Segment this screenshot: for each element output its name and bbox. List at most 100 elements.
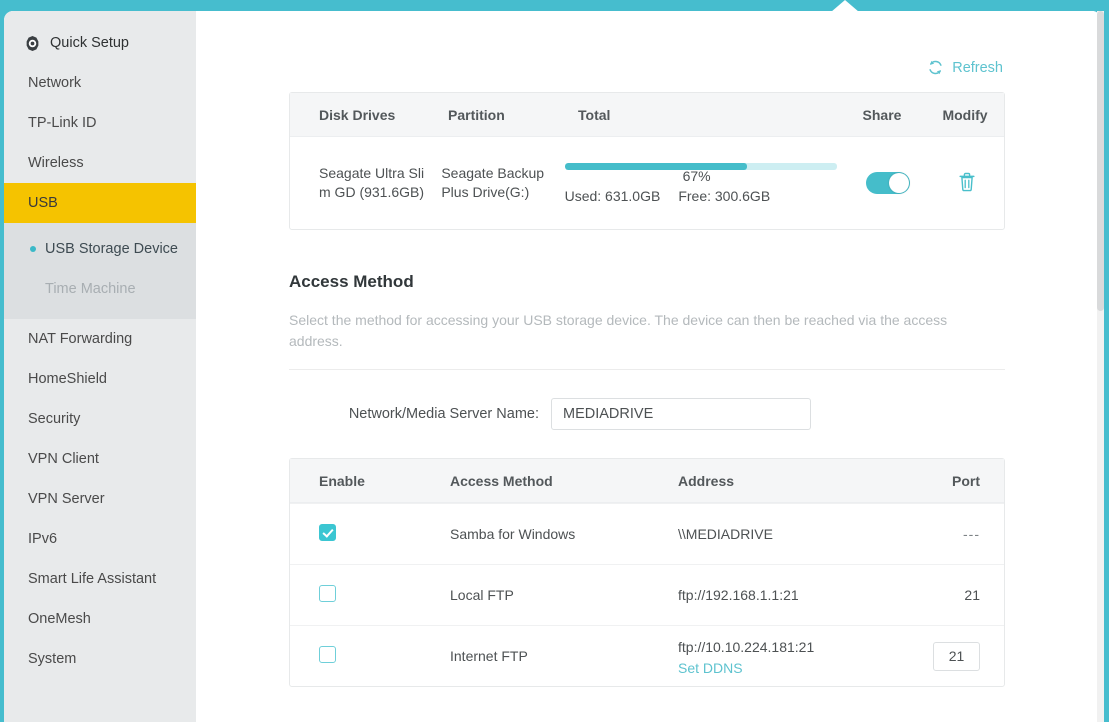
sidebar-subitem-usb-storage-device[interactable]: USB Storage Device [4, 229, 196, 269]
usage-progress-fill [564, 162, 747, 170]
port-value: 21 [964, 587, 980, 603]
set-ddns-link[interactable]: Set DDNS [678, 660, 743, 676]
header-notch-indicator [831, 0, 859, 12]
disk-name-line-2: m GD (931.6GB) [319, 184, 425, 200]
table-row: Samba for Windows \\MEDIADRIVE --- [290, 503, 1004, 564]
sidebar-item-label: Smart Life Assistant [28, 571, 157, 587]
sidebar-item-label: OneMesh [28, 611, 91, 627]
modify-cell [930, 171, 1004, 196]
vertical-scrollbar[interactable] [1097, 11, 1104, 722]
sidebar-item-homeshield[interactable]: HomeShield [4, 359, 196, 399]
access-method-name: Local FTP [450, 587, 514, 603]
top-brand-bar [0, 0, 1109, 11]
access-address: \\MEDIADRIVE [678, 524, 912, 544]
enable-checkbox-internet-ftp[interactable] [319, 646, 336, 663]
sidebar-item-wireless[interactable]: Wireless [4, 143, 196, 183]
enable-checkbox-local-ftp[interactable] [319, 585, 336, 602]
access-address: ftp://192.168.1.1:21 [678, 585, 912, 605]
sidebar-subitem-label: USB Storage Device [45, 241, 178, 257]
sidebar-nav: Quick Setup Network TP-Link ID Wireless … [4, 11, 196, 722]
port-input-internet-ftp[interactable] [933, 641, 980, 671]
sidebar-item-label: IPv6 [28, 531, 58, 547]
sidebar-item-nat-forwarding[interactable]: NAT Forwarding [4, 319, 196, 359]
refresh-icon [929, 60, 942, 75]
sidebar-submenu-usb: USB Storage Device Time Machine [4, 223, 196, 319]
usage-text: 67% Used: 631.0GB Free: 300.6GB [564, 168, 837, 204]
access-method-table: Enable Access Method Address Port Samba … [289, 458, 1005, 687]
sidebar-item-label: NAT Forwarding [28, 331, 133, 347]
enable-cell [290, 585, 450, 605]
sidebar-item-network[interactable]: Network [4, 63, 196, 103]
sidebar-item-smart-life-assistant[interactable]: Smart Life Assistant [4, 559, 196, 599]
sidebar-item-label: Security [28, 411, 81, 427]
main-content: Refresh Disk Drives Partition Total Shar… [196, 11, 1101, 722]
address-text: ftp://192.168.1.1:21 [678, 587, 799, 603]
disk-usage: 67% Used: 631.0GB Free: 300.6GB [564, 162, 847, 204]
disk-drive-name: Seagate Ultra Sli m GD (931.6GB) [290, 164, 441, 202]
refresh-label: Refresh [952, 59, 1003, 76]
disk-drives-table: Disk Drives Partition Total Share Modify… [289, 92, 1005, 230]
enable-cell [290, 524, 450, 544]
server-name-label: Network/Media Server Name: [348, 406, 539, 422]
column-header-enable: Enable [319, 472, 365, 489]
column-header-partition: Partition [448, 106, 505, 123]
sidebar-item-label: USB [28, 195, 58, 211]
disk-table-header: Disk Drives Partition Total Share Modify [290, 93, 1004, 137]
delete-button[interactable] [957, 171, 977, 196]
sidebar-item-onemesh[interactable]: OneMesh [4, 599, 196, 639]
sidebar-item-label: HomeShield [28, 371, 107, 387]
enable-cell [290, 646, 450, 666]
sidebar-item-label: VPN Client [28, 451, 99, 467]
share-cell [847, 172, 930, 194]
partition-name: Seagate Backup Plus Drive(G:) [441, 164, 564, 202]
sidebar-item-system[interactable]: System [4, 639, 196, 679]
sidebar-item-label: System [28, 651, 77, 667]
address-text: \\MEDIADRIVE [678, 526, 773, 542]
address-text: ftp://10.10.224.181:21 [678, 638, 815, 655]
access-method-name: Internet FTP [450, 648, 528, 664]
toolbar: Refresh [289, 59, 1005, 76]
sidebar-item-label: Quick Setup [50, 35, 129, 51]
column-header-port: Port [952, 472, 980, 489]
access-address: ftp://10.10.224.181:21 Set DDNS [678, 637, 912, 676]
sidebar-item-security[interactable]: Security [4, 399, 196, 439]
usage-free-label: Free: 300.6GB [678, 187, 771, 204]
sidebar-item-label: Network [28, 75, 82, 91]
sidebar-subitem-label: Time Machine [45, 281, 136, 297]
usage-percent-label: 67% [682, 167, 711, 184]
column-header-address: Address [678, 472, 735, 489]
sidebar-subitem-time-machine[interactable]: Time Machine [4, 269, 196, 309]
server-name-field-row: Network/Media Server Name: [289, 398, 1005, 430]
sidebar-item-vpn-server[interactable]: VPN Server [4, 479, 196, 519]
sidebar-item-ipv6[interactable]: IPv6 [4, 519, 196, 559]
server-name-input[interactable] [551, 398, 811, 430]
access-method-table-header: Enable Access Method Address Port [290, 459, 1004, 503]
toggle-knob [889, 173, 910, 193]
sidebar-item-vpn-client[interactable]: VPN Client [4, 439, 196, 479]
table-row: Seagate Ultra Sli m GD (931.6GB) Seagate… [290, 137, 1004, 229]
router-admin-page: Quick Setup Network TP-Link ID Wireless … [0, 0, 1109, 722]
disk-name-line-1: Seagate Ultra Sli [319, 165, 425, 181]
sidebar-item-quick-setup[interactable]: Quick Setup [4, 23, 196, 63]
app-shell: Quick Setup Network TP-Link ID Wireless … [4, 11, 1101, 722]
divider [289, 369, 1005, 370]
refresh-button[interactable]: Refresh [927, 59, 1003, 76]
sidebar-item-tp-link-id[interactable]: TP-Link ID [4, 103, 196, 143]
sidebar-item-label: VPN Server [28, 491, 105, 507]
port-value: --- [963, 526, 980, 542]
section-title-access-method: Access Method [289, 272, 414, 291]
column-header-share: Share [862, 106, 902, 123]
gear-icon [26, 35, 39, 51]
sidebar-item-label: Wireless [28, 155, 84, 171]
usage-used-label: Used: 631.0GB [564, 187, 661, 204]
table-row: Local FTP ftp://192.168.1.1:21 21 [290, 564, 1004, 625]
column-header-modify: Modify [942, 106, 988, 123]
access-method-name: Samba for Windows [450, 526, 576, 542]
scrollbar-thumb[interactable] [1097, 11, 1104, 311]
share-toggle[interactable] [866, 172, 911, 194]
column-header-access-method: Access Method [450, 472, 553, 489]
partition-line-2: Plus Drive(G:) [441, 184, 530, 200]
sidebar-item-usb[interactable]: USB [4, 183, 196, 223]
enable-checkbox-samba[interactable] [319, 524, 336, 541]
column-header-total: Total [578, 106, 611, 123]
